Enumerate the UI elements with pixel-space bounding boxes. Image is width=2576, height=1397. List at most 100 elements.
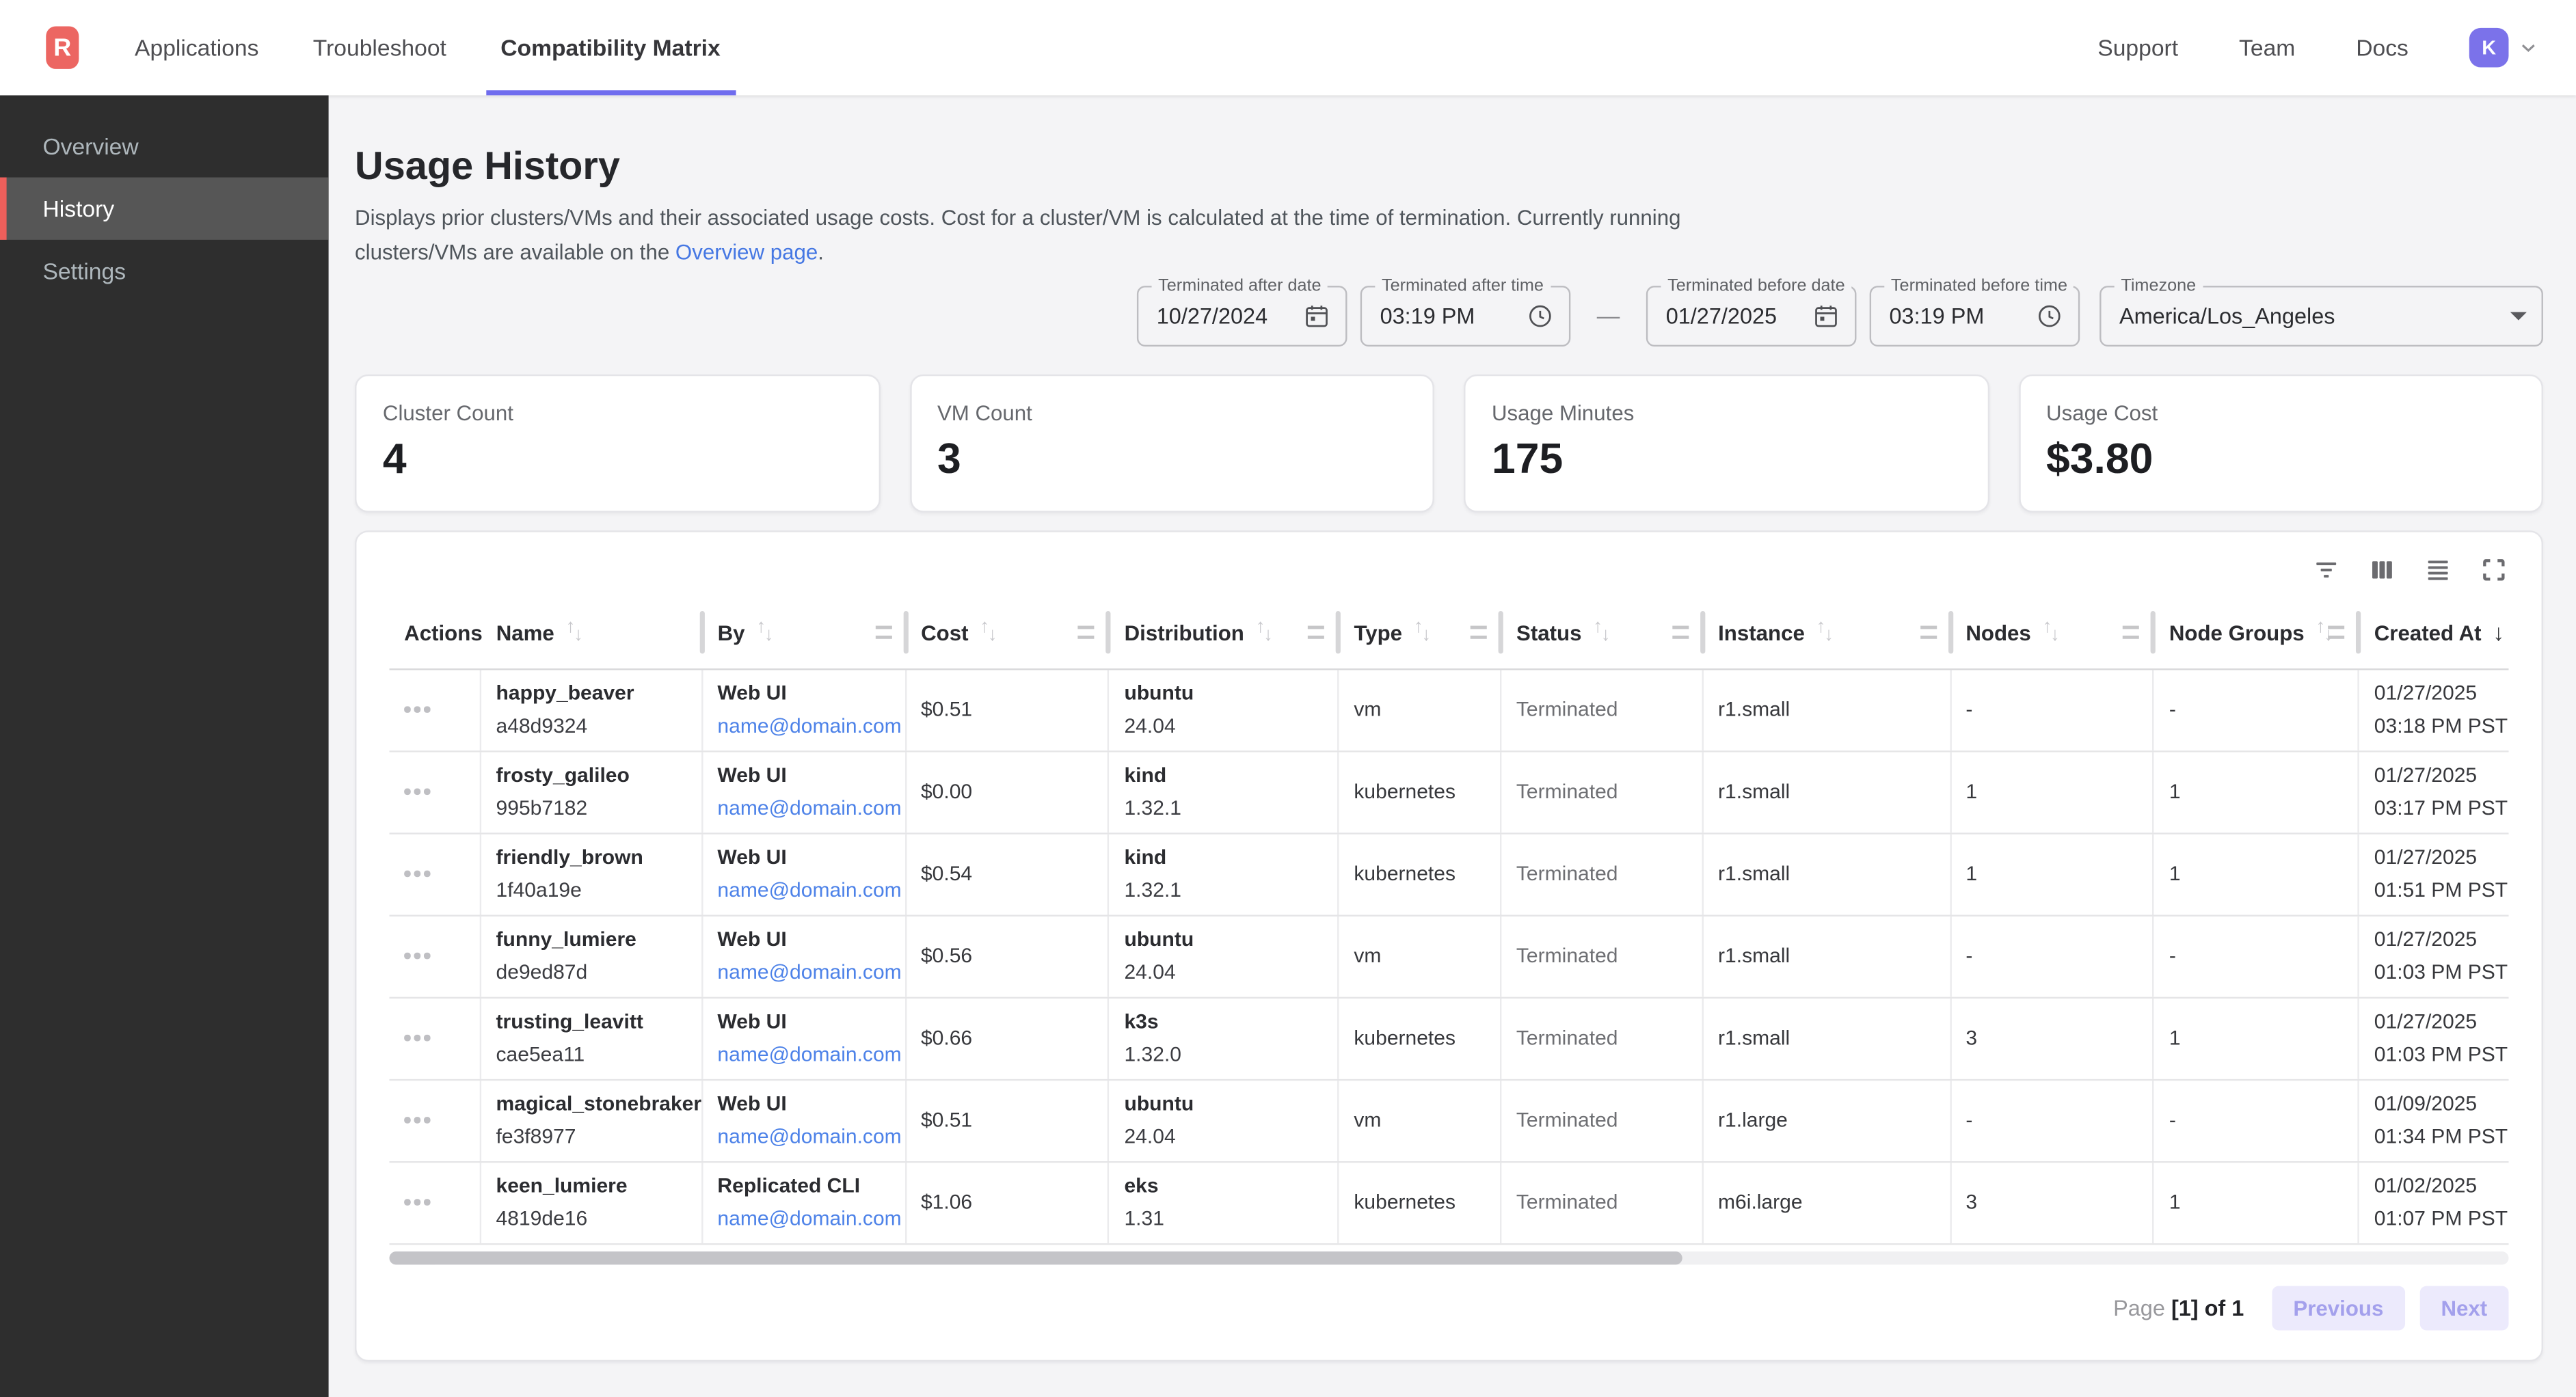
cell-instance: m6i.large (1703, 1162, 1950, 1243)
input-value: America/Los_Angeles (2119, 303, 2510, 328)
stat-label: Usage Cost (2046, 400, 2515, 424)
column-header-type[interactable]: Type ↑↓ (1339, 597, 1502, 668)
ellipsis-menu-icon[interactable] (404, 953, 479, 959)
stat-card-vm-count: VM Count 3 (909, 374, 1434, 512)
created-by-email-link[interactable]: name@domain.com (717, 1124, 904, 1148)
created-by-email-link[interactable]: name@domain.com (717, 1206, 904, 1230)
cell-node-groups: - (2154, 916, 2359, 996)
cell-instance: r1.small (1703, 669, 1950, 750)
overview-page-link[interactable]: Overview page (675, 239, 818, 264)
cell-nodes: 1 (1951, 752, 2155, 832)
app-logo[interactable]: R (46, 26, 79, 68)
ellipsis-menu-icon[interactable] (404, 789, 479, 794)
column-header-by[interactable]: By ↑↓ (703, 597, 906, 668)
status-badge: Terminated (1516, 1191, 1702, 1215)
nav-link-team[interactable]: Team (2239, 34, 2295, 60)
ellipsis-menu-icon[interactable] (404, 1199, 479, 1205)
chevron-down-icon[interactable] (2510, 312, 2527, 320)
column-header-instance[interactable]: Instance ↑↓ (1703, 597, 1950, 668)
ellipsis-menu-icon[interactable] (404, 1035, 479, 1041)
cell-by: Web UI name@domain.com (703, 752, 907, 832)
filter-icon[interactable] (2311, 554, 2341, 584)
density-icon[interactable] (2424, 554, 2453, 584)
clock-icon[interactable] (2035, 301, 2063, 329)
description-text: . (818, 239, 824, 264)
terminated-after-time-input[interactable]: Terminated after time 03:19 PM (1360, 285, 1571, 346)
sidebar: Overview History Settings (0, 95, 329, 1397)
column-resize-handle[interactable] (1920, 626, 1936, 639)
node-groups-value: 1 (2169, 1191, 2358, 1215)
created-by-email-link[interactable]: name@domain.com (717, 796, 904, 820)
node-groups-value: 1 (2169, 780, 2358, 804)
tab-troubleshoot[interactable]: Troubleshoot (313, 0, 446, 95)
created-by-email-link[interactable]: name@domain.com (717, 714, 904, 737)
terminated-after-date-input[interactable]: Terminated after date 10/27/2024 (1137, 285, 1347, 346)
distribution-name: eks (1124, 1175, 1337, 1199)
created-time: 03:18 PM PST (2374, 714, 2509, 737)
chevron-down-icon[interactable] (2517, 36, 2540, 59)
column-resize-handle[interactable] (1078, 626, 1095, 639)
timezone-select[interactable]: Timezone America/Los_Angeles (2099, 285, 2543, 346)
column-resize-handle[interactable] (1308, 626, 1324, 639)
created-by-email-link[interactable]: name@domain.com (717, 1042, 904, 1066)
nav-link-docs[interactable]: Docs (2356, 34, 2409, 60)
previous-page-button[interactable]: Previous (2272, 1286, 2404, 1330)
ellipsis-menu-icon[interactable] (404, 871, 479, 876)
column-header-cost[interactable]: Cost ↑↓ (906, 597, 1109, 668)
column-resize-handle[interactable] (1672, 626, 1689, 639)
stat-card-usage-minutes: Usage Minutes 175 (1464, 374, 1989, 512)
calendar-icon[interactable] (1812, 301, 1840, 329)
cluster-id: fe3f8977 (496, 1124, 701, 1148)
type-value: vm (1354, 1109, 1499, 1132)
created-by-email-link[interactable]: name@domain.com (717, 878, 904, 902)
created-by-source: Web UI (717, 682, 904, 706)
column-resize-handle[interactable] (875, 626, 891, 639)
column-header-name[interactable]: Name ↑↓ (481, 597, 703, 668)
created-date: 01/27/2025 (2374, 1010, 2509, 1034)
cell-node-groups: 1 (2154, 998, 2359, 1079)
ellipsis-menu-icon[interactable] (404, 707, 479, 712)
sidebar-item-history[interactable]: History (0, 178, 329, 240)
terminated-before-time-input[interactable]: Terminated before time 03:19 PM (1870, 285, 2080, 346)
sidebar-item-settings[interactable]: Settings (0, 240, 329, 302)
ellipsis-menu-icon[interactable] (404, 1117, 479, 1123)
sort-arrows-icon: ↑↓ (756, 623, 773, 642)
distribution-name: ubuntu (1124, 682, 1337, 706)
horizontal-scrollbar[interactable] (390, 1251, 2509, 1264)
sidebar-item-overview[interactable]: Overview (0, 115, 329, 177)
column-header-nodes[interactable]: Nodes ↑↓ (1951, 597, 2154, 668)
cell-node-groups: 1 (2154, 752, 2359, 832)
page-indicator-label: Page (2113, 1295, 2165, 1320)
column-resize-handle[interactable] (1471, 626, 1487, 639)
column-header-distribution[interactable]: Distribution ↑↓ (1110, 597, 1339, 668)
tab-compatibility-matrix[interactable]: Compatibility Matrix (500, 0, 721, 95)
columns-icon[interactable] (2367, 554, 2397, 584)
fullscreen-icon[interactable] (2479, 554, 2508, 584)
cell-distribution: ubuntu 24.04 (1110, 1080, 1339, 1161)
tab-applications[interactable]: Applications (135, 0, 258, 95)
account-menu[interactable]: K (2469, 28, 2540, 68)
input-value: 10/27/2024 (1157, 303, 1303, 328)
clock-icon[interactable] (1526, 301, 1554, 329)
column-header-status[interactable]: Status ↑↓ (1501, 597, 1703, 668)
cell-actions (390, 998, 481, 1079)
column-header-node-groups[interactable]: Node Groups ↑↓ (2154, 597, 2359, 668)
cell-distribution: eks 1.31 (1110, 1162, 1339, 1243)
scrollbar-thumb[interactable] (390, 1251, 1682, 1264)
type-value: kubernetes (1354, 780, 1499, 804)
status-badge: Terminated (1516, 1027, 1702, 1050)
created-by-email-link[interactable]: name@domain.com (717, 960, 904, 984)
cell-type: kubernetes (1339, 998, 1502, 1079)
cell-name: frosty_galileo 995b7182 (481, 752, 703, 832)
calendar-icon[interactable] (1303, 301, 1331, 329)
sort-arrows-icon: ↑↓ (980, 623, 997, 642)
column-resize-handle[interactable] (2328, 626, 2344, 639)
column-resize-handle[interactable] (2123, 626, 2140, 639)
cost-value: $0.54 (921, 862, 1108, 886)
terminated-before-date-input[interactable]: Terminated before date 01/27/2025 (1646, 285, 1857, 346)
avatar[interactable]: K (2469, 28, 2509, 68)
column-header-created-at[interactable]: Created At ↓ (2359, 597, 2508, 668)
nav-link-support[interactable]: Support (2097, 34, 2178, 60)
next-page-button[interactable]: Next (2419, 1286, 2508, 1330)
distribution-version: 24.04 (1124, 960, 1337, 984)
